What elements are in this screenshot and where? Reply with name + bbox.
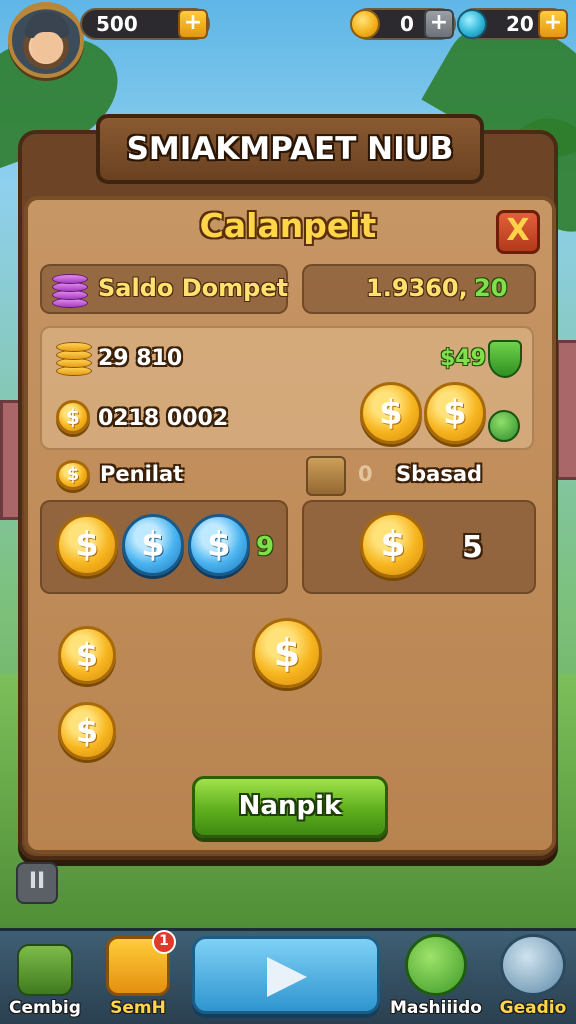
house-right bbox=[556, 340, 576, 480]
reward-row1-bonus: $49 bbox=[440, 346, 486, 371]
green-bag-icon bbox=[488, 410, 520, 442]
play-icon bbox=[267, 957, 307, 997]
section-coin-icon: $ bbox=[56, 460, 90, 490]
gold-coin-stack-icon bbox=[56, 340, 92, 378]
nav-label-geadio: Geadio bbox=[499, 998, 567, 1018]
confirm-button[interactable]: Nanpik bbox=[192, 776, 388, 838]
loose-coin-icon-3[interactable]: $ bbox=[252, 618, 322, 688]
nav-label-cembig: Cembig bbox=[9, 998, 81, 1018]
close-button[interactable]: X bbox=[496, 210, 540, 254]
chest-icon bbox=[306, 456, 346, 496]
gem-count: 20 bbox=[506, 12, 534, 36]
book-stack-icon bbox=[17, 944, 73, 996]
right-section-label: Sbasad bbox=[396, 462, 483, 486]
slot-blue-coin-icon-2: $ bbox=[188, 514, 250, 576]
top-hud: 500 + 0 + 20 + bbox=[0, 0, 576, 90]
right-slot-count: 5 bbox=[462, 530, 483, 565]
nav-item-mashiiido[interactable]: Mashiiido bbox=[388, 934, 484, 1018]
tools-icon bbox=[500, 934, 566, 996]
nav-item-cembig[interactable]: Cembig bbox=[6, 944, 84, 1018]
wallet-label: Saldo Dompet bbox=[98, 274, 289, 302]
slot-gold-coin-icon: $ bbox=[56, 514, 118, 576]
reward-coin-icon-2: $ bbox=[424, 382, 486, 444]
left-slot-count: 9 bbox=[256, 532, 275, 562]
wallet-balance-secondary: 20 bbox=[474, 274, 508, 302]
notification-badge: 1 bbox=[152, 930, 176, 954]
avatar-face bbox=[32, 32, 62, 62]
small-coin-icon: $ bbox=[56, 400, 90, 434]
left-section-label: Penilat bbox=[100, 462, 184, 486]
player-avatar[interactable] bbox=[8, 2, 84, 78]
coin-icon bbox=[350, 9, 380, 39]
right-slot-coin-icon: $ bbox=[360, 512, 426, 578]
gold-amount: 500 bbox=[96, 12, 138, 36]
nav-item-geadio[interactable]: Geadio bbox=[494, 934, 572, 1018]
add-coin-button[interactable]: + bbox=[424, 9, 454, 39]
window-title: Calanpeit bbox=[199, 206, 377, 245]
nav-label-mashiiido: Mashiiido bbox=[390, 998, 482, 1018]
reward-coin-icon-1: $ bbox=[360, 382, 422, 444]
wallet-balance-primary: 1.9360, bbox=[366, 274, 468, 302]
play-button[interactable] bbox=[192, 936, 380, 1014]
green-shield-icon bbox=[488, 340, 522, 378]
bottom-nav: Cembig SemH Mashiiido Geadio bbox=[0, 928, 576, 1024]
nav-label-semh: SemH bbox=[110, 998, 166, 1018]
reward-row2-amount: 0218 0002 bbox=[98, 406, 229, 431]
slot-blue-coin-icon-1: $ bbox=[122, 514, 184, 576]
add-gold-button[interactable]: + bbox=[178, 9, 208, 39]
add-gem-button[interactable]: + bbox=[538, 9, 568, 39]
gem-icon bbox=[457, 9, 487, 39]
coin-count: 0 bbox=[400, 12, 414, 36]
pause-button[interactable]: II bbox=[16, 862, 58, 904]
right-faded-value: 0 bbox=[358, 462, 373, 486]
animal-icon bbox=[405, 934, 467, 996]
loose-coin-icon-1[interactable]: $ bbox=[58, 626, 116, 684]
loose-coin-icon-2[interactable]: $ bbox=[58, 702, 116, 760]
reward-row1-amount: 29 810 bbox=[98, 346, 183, 371]
banner-title: SMIAKMPAET NIUB bbox=[96, 114, 484, 184]
purple-coin-stack-icon bbox=[52, 270, 88, 310]
